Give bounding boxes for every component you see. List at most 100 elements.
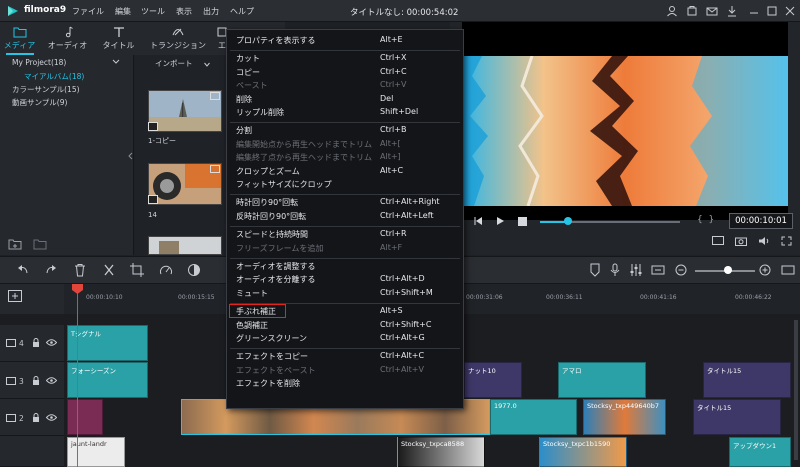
fit-timeline-icon[interactable] [651,263,665,277]
film-strip-icon [210,165,220,173]
mark-brackets-icon[interactable]: { } [697,215,714,225]
render-preview-icon[interactable] [712,236,724,246]
clip-title[interactable]: フォーシーズン [67,362,148,398]
lock-icon[interactable] [32,376,40,385]
clip-video[interactable]: Stocksy_txp449640b7 [583,399,666,435]
minimize-icon[interactable] [748,5,760,17]
play-icon[interactable] [495,216,505,226]
tab-titles[interactable]: タイトル [91,22,146,55]
zoom-out-icon[interactable] [674,263,688,277]
menu-help[interactable]: ヘルプ [230,6,254,17]
zoom-in-icon[interactable] [758,263,772,277]
mixer-icon[interactable] [629,263,643,277]
context-menu-item[interactable]: 時計回り90°回転 [236,197,298,208]
playhead-line [77,290,78,467]
add-track-icon[interactable] [8,290,22,302]
clip-video[interactable] [67,399,103,435]
menu-separator [230,194,460,196]
eye-icon[interactable] [46,377,57,384]
context-menu-item[interactable]: オーディオを調整する [236,261,315,272]
context-menu-item[interactable]: 分割 [236,125,252,136]
import-button[interactable]: インポート [140,58,210,72]
context-menu-shortcut: Alt+] [380,152,401,162]
video-type-icon [148,122,158,131]
context-menu-shortcut: Alt+C [380,165,404,175]
context-menu-item[interactable]: クロップとズーム [236,166,300,177]
account-icon[interactable] [666,5,678,17]
context-menu-item[interactable]: エフェクトを削除 [236,378,300,389]
menu-view[interactable]: 表示 [176,6,192,17]
context-menu-item[interactable]: オーディオを分離する [236,274,315,285]
clip-title[interactable]: タイトル15 [703,362,791,398]
settings-icon[interactable] [781,263,795,277]
step-back-icon[interactable] [473,216,483,226]
marker-icon[interactable] [588,263,602,277]
context-menu-item[interactable]: プロパティを表示する [236,35,316,46]
clip-title[interactable]: Tシグナル [67,325,148,361]
redo-icon[interactable] [44,263,58,277]
clip-video[interactable]: jaunt-landr [67,437,125,467]
progress-knob[interactable] [564,217,572,225]
menu-tools[interactable]: ツール [141,6,165,17]
microphone-icon[interactable] [608,263,622,277]
clip-title[interactable]: タイトル15 [693,399,781,435]
document-title: タイトルなし: 00:00:54:02 [350,8,459,18]
clip-title[interactable]: アマロ [558,362,646,398]
zoom-slider-knob[interactable] [724,266,732,274]
timeline-scrollbar[interactable] [794,320,798,460]
cart-icon[interactable] [686,5,698,17]
mail-icon[interactable] [706,5,718,17]
fullscreen-icon[interactable] [781,236,792,246]
clip-title[interactable]: ナット10 [464,362,522,398]
eye-icon[interactable] [46,414,57,421]
media-thumb-3[interactable] [148,236,222,255]
close-icon[interactable] [784,5,796,17]
context-menu-item[interactable]: 削除 [236,94,252,105]
collapse-arrow-icon[interactable] [128,152,133,160]
context-menu-item[interactable]: フィットサイズにクロップ [236,179,332,190]
menu-file[interactable]: ファイル [72,6,104,17]
new-folder-icon[interactable] [8,238,22,250]
library-project[interactable]: My Project(18) [12,58,66,67]
download-icon[interactable] [726,5,738,17]
color-icon[interactable] [187,263,201,277]
volume-icon[interactable] [758,236,770,246]
speed-icon[interactable] [159,263,173,277]
context-menu-item[interactable]: リップル削除 [236,107,284,118]
crop-icon[interactable] [130,263,144,277]
eye-icon[interactable] [46,339,57,346]
lock-icon[interactable] [32,413,40,422]
tab-transitions[interactable]: トランジション [148,22,208,55]
lock-icon[interactable] [32,338,40,347]
cut-scissors-icon[interactable] [102,263,116,277]
menu-edit[interactable]: 編集 [115,6,131,17]
context-menu-item[interactable]: エフェクトをコピー [236,351,308,362]
menu-separator [230,226,460,228]
snapshot-camera-icon[interactable] [735,236,747,246]
context-menu-item[interactable]: 色調補正 [236,320,268,331]
clip-title[interactable]: アップダウン1 [729,437,791,467]
context-menu-item[interactable]: 反時計回り90°回転 [236,211,306,222]
context-menu-item[interactable]: ミュート [236,288,268,299]
library-video-sample[interactable]: 動画サンプル(9) [12,97,67,108]
stop-icon[interactable] [518,217,527,226]
folder-link-icon[interactable] [33,238,47,250]
context-menu-item[interactable]: グリーンスクリーン [236,333,307,344]
menu-export[interactable]: 出力 [203,6,219,17]
context-menu-shortcut: Alt+S [380,306,403,316]
chevron-down-icon[interactable] [112,59,120,65]
context-menu-item[interactable]: スピードと持続時間 [236,229,308,240]
maximize-icon[interactable] [766,5,778,17]
clip-video[interactable]: 1977.0 [490,399,577,435]
clip-video[interactable]: Stocksy_txpca8588 [397,437,485,467]
context-menu-item[interactable]: コピー [236,67,260,78]
delete-trash-icon[interactable] [73,263,87,277]
tab-audio[interactable]: オーディオ [40,22,95,55]
library-color-sample[interactable]: カラーサンプル(15) [12,84,80,95]
clip-label: アップダウン1 [733,442,777,450]
media-thumb-1-label: 1-コピー [148,137,176,145]
undo-icon[interactable] [16,263,30,277]
clip-video[interactable]: Stocksy_txpc1b1590 [539,437,627,467]
context-menu-item[interactable]: カット [236,53,260,64]
library-my-album[interactable]: マイアルバム(18) [24,71,84,82]
